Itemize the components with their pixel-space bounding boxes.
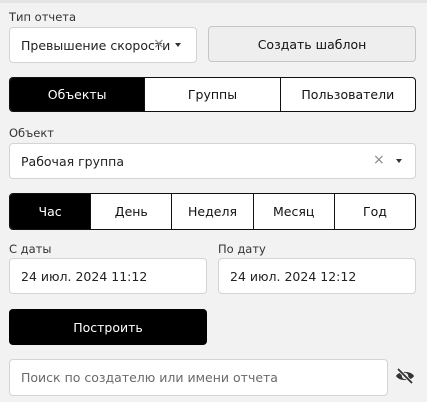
close-icon[interactable]: ×: [153, 37, 165, 51]
object-value: Рабочая группа: [21, 153, 124, 169]
object-select[interactable]: Рабочая группа: [9, 143, 416, 179]
period-tabs: Час День Неделя Месяц Год: [9, 193, 416, 230]
entity-tabs: Объекты Группы Пользователи: [9, 77, 416, 112]
build-button[interactable]: Построить: [9, 309, 207, 345]
create-template-button[interactable]: Создать шаблон: [208, 26, 416, 62]
eye-off-icon[interactable]: [395, 368, 415, 384]
tab-objects[interactable]: Объекты: [10, 78, 145, 111]
date-to-label: По дату: [218, 242, 266, 256]
tab-month[interactable]: Месяц: [252, 194, 334, 229]
report-type-label: Тип отчета: [9, 10, 77, 24]
tab-hour[interactable]: Час: [10, 194, 91, 229]
date-from-value: 24 июл. 2024 11:12: [21, 268, 148, 284]
date-from-input[interactable]: 24 июл. 2024 11:12: [9, 258, 207, 294]
report-type-select[interactable]: Превышение скорости: [9, 27, 197, 63]
tab-groups[interactable]: Группы: [144, 78, 279, 111]
tab-week[interactable]: Неделя: [171, 194, 252, 229]
tab-year[interactable]: Год: [333, 194, 415, 229]
tab-users[interactable]: Пользователи: [279, 78, 415, 111]
caret-down-icon[interactable]: [175, 43, 181, 47]
caret-down-icon[interactable]: [396, 159, 402, 163]
date-to-input[interactable]: 24 июл. 2024 12:12: [218, 258, 416, 294]
date-from-label: С даты: [9, 242, 52, 256]
date-to-value: 24 июл. 2024 12:12: [230, 268, 357, 284]
search-placeholder: Поиск по создателю или имени отчета: [21, 370, 278, 385]
tab-day[interactable]: День: [90, 194, 171, 229]
report-type-value: Превышение скорости: [21, 37, 171, 53]
search-field[interactable]: Поиск по создателю или имени отчета: [9, 359, 388, 396]
top-edge: [0, 0, 427, 3]
close-icon[interactable]: ×: [373, 153, 385, 167]
object-label: Объект: [9, 126, 54, 140]
